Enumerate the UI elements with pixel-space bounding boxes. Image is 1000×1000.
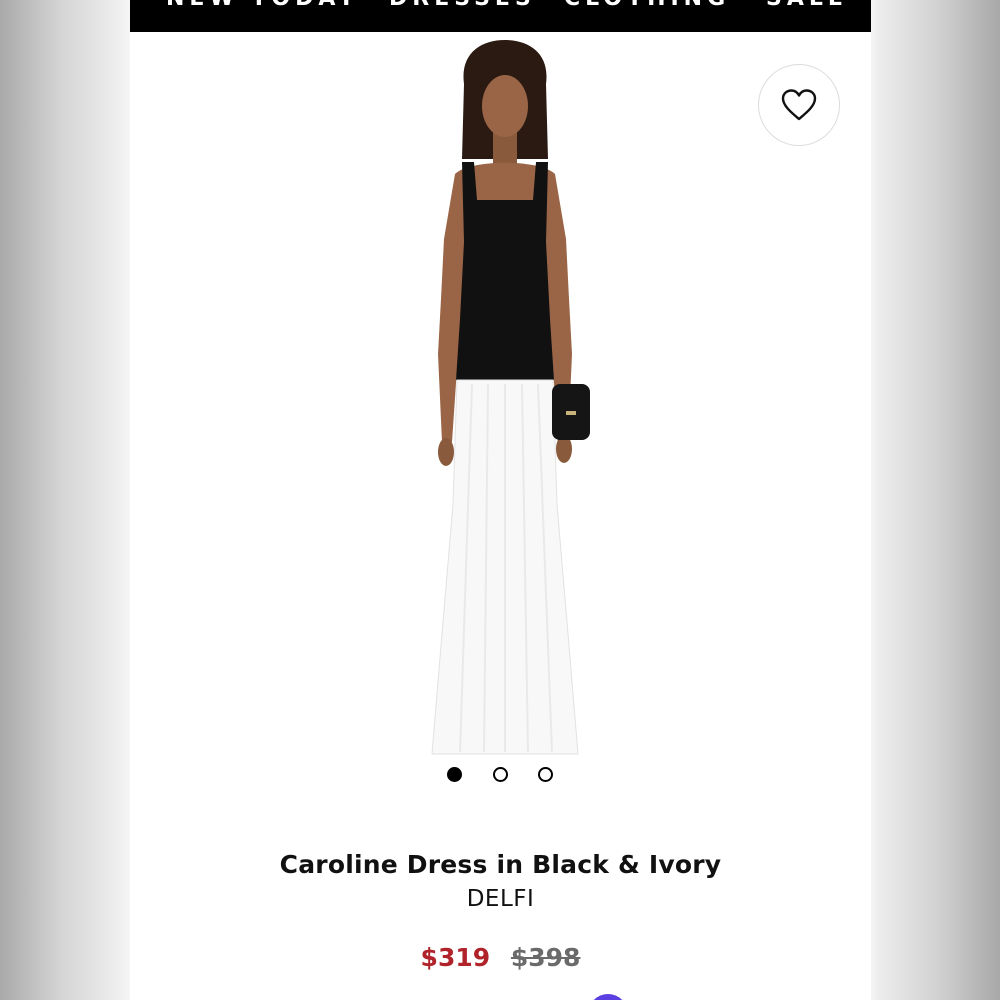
carousel-dot-3[interactable]: [538, 767, 553, 782]
image-carousel-dots: [130, 765, 871, 785]
nav-item-dresses[interactable]: DRESSES: [389, 0, 536, 11]
top-category-nav: NEW TODAY DRESSES CLOTHING SALE: [130, 0, 871, 32]
carousel-dot-2[interactable]: [493, 767, 508, 782]
nav-item-clothing[interactable]: CLOTHING: [564, 0, 730, 11]
carousel-dot-1[interactable]: [447, 767, 462, 782]
original-price: $398: [510, 943, 581, 972]
nav-item-new-today[interactable]: NEW TODAY: [166, 0, 359, 11]
heart-outline-icon: [781, 89, 817, 121]
price-row: $319 $398: [130, 943, 871, 972]
product-image[interactable]: [380, 34, 630, 790]
product-brand[interactable]: DELFI: [130, 886, 871, 912]
model-photo: [431, 40, 590, 755]
chat-icon[interactable]: [588, 994, 628, 1000]
nav-item-sale[interactable]: SALE: [766, 0, 848, 11]
product-page: NEW TODAY DRESSES CLOTHING SALE: [130, 0, 871, 1000]
product-title: Caroline Dress in Black & Ivory: [279, 850, 722, 879]
favorite-button[interactable]: [758, 64, 840, 146]
sale-price: $319: [420, 943, 491, 972]
